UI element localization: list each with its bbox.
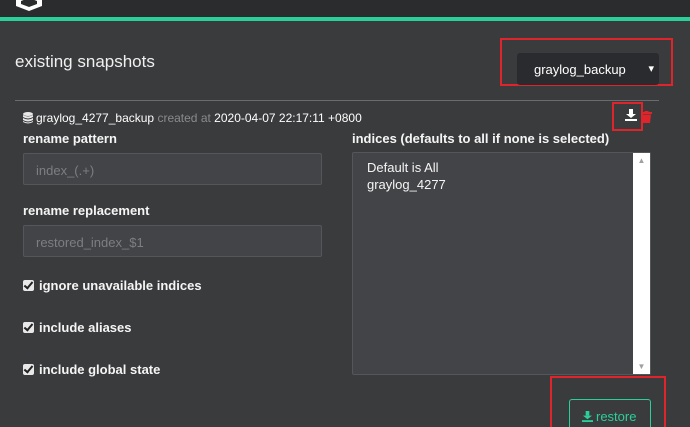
repository-select[interactable]: graylog_backup ▾: [517, 53, 659, 85]
ignore-unavailable-checkbox[interactable]: [23, 280, 34, 291]
section-title: existing snapshots: [15, 52, 155, 71]
scroll-down-icon[interactable]: ▼: [633, 362, 650, 371]
scroll-up-icon[interactable]: ▲: [633, 156, 650, 165]
trash-icon[interactable]: [641, 111, 652, 123]
rename-replacement-label: rename replacement: [23, 203, 150, 218]
divider: [15, 100, 659, 101]
ignore-unavailable-label: ignore unavailable indices: [39, 278, 202, 293]
include-global-state-label: include global state: [39, 362, 161, 377]
indices-label: indices (defaults to all if none is sele…: [352, 131, 610, 146]
repository-select-value: graylog_backup: [534, 62, 626, 77]
snapshot-header: graylog_4277_backup created at 2020-04-0…: [23, 111, 362, 125]
rename-pattern-label: rename pattern: [23, 131, 117, 146]
indices-option[interactable]: graylog_4277: [367, 177, 446, 192]
download-icon: [582, 411, 593, 422]
snapshot-name: graylog_4277_backup: [36, 111, 155, 125]
app-logo[interactable]: [14, 0, 44, 11]
include-aliases-row[interactable]: include aliases: [23, 320, 132, 335]
ignore-unavailable-row[interactable]: ignore unavailable indices: [23, 278, 202, 293]
caret-down-icon: ▾: [648, 63, 654, 75]
restore-button-label: restore: [596, 409, 637, 424]
indices-scrollbar[interactable]: ▲ ▼: [633, 153, 650, 374]
navbar-accent-line: [0, 17, 690, 21]
indices-option[interactable]: Default is All: [367, 160, 439, 175]
database-icon: [23, 112, 33, 124]
snapshot-created-at: 2020-04-07 22:17:11 +0800: [214, 111, 362, 125]
include-aliases-checkbox[interactable]: [23, 322, 34, 333]
include-global-state-checkbox[interactable]: [23, 364, 34, 375]
snapshot-created-label: created at: [157, 111, 211, 125]
rename-replacement-input[interactable]: restored_index_$1: [23, 225, 322, 257]
rename-pattern-input[interactable]: index_(.+): [23, 153, 322, 185]
download-icon[interactable]: [625, 109, 637, 121]
include-global-state-row[interactable]: include global state: [23, 362, 160, 377]
include-aliases-label: include aliases: [39, 320, 132, 335]
restore-button[interactable]: restore: [569, 399, 651, 427]
indices-multiselect[interactable]: Default is All graylog_4277 ▲ ▼: [352, 152, 651, 375]
